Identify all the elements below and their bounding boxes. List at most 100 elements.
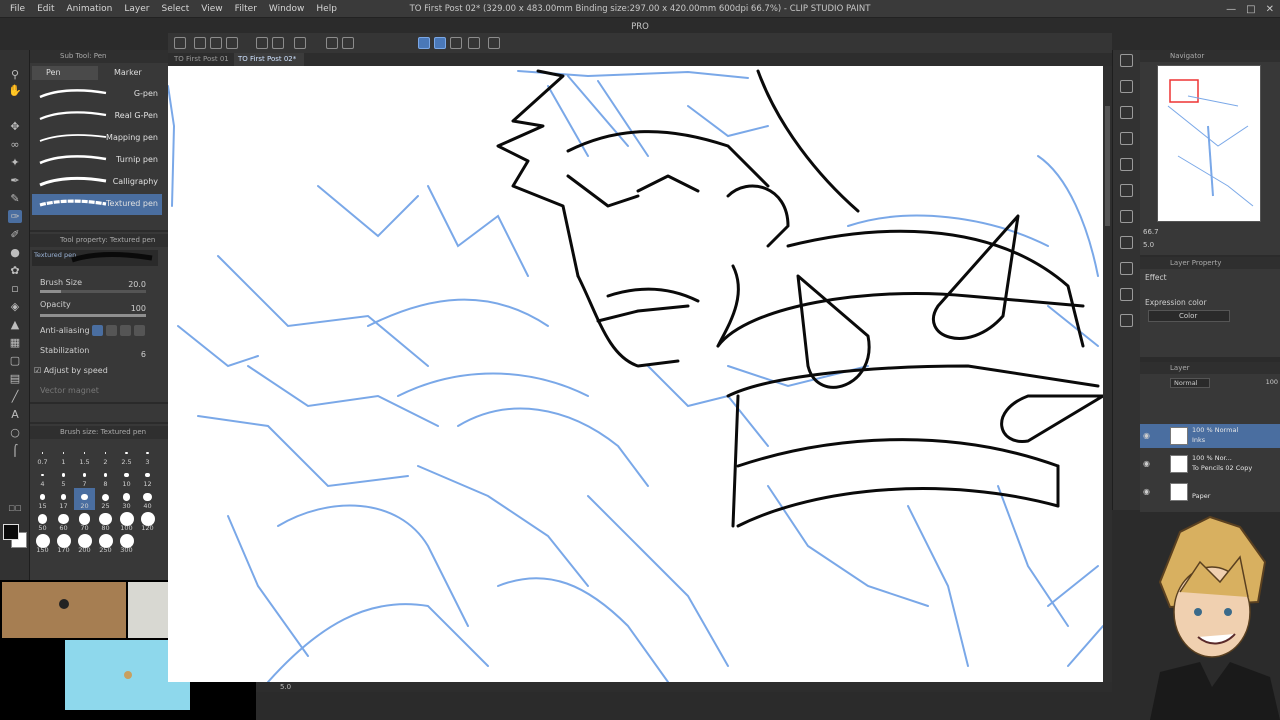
opacity-value[interactable]: 100 — [131, 304, 146, 313]
brush-real-g-pen[interactable]: Real G-Pen — [32, 106, 162, 127]
tab-pen[interactable]: Pen — [32, 66, 98, 80]
brush-size-option[interactable]: 250 — [95, 532, 116, 554]
brush-size-option[interactable]: 30 — [116, 488, 137, 510]
layer-row[interactable]: ◉ Paper — [1140, 480, 1280, 504]
adjust-by-speed-row[interactable]: ☑ Adjust by speed — [34, 366, 108, 375]
undo-icon[interactable] — [256, 37, 268, 49]
opacity-slider[interactable] — [40, 314, 146, 317]
scrollbar-thumb[interactable] — [1105, 106, 1110, 226]
layer-opacity-value[interactable]: 100 — [1266, 378, 1278, 386]
correct-line-icon[interactable]: ⌠ — [8, 444, 22, 457]
fill-icon[interactable]: ▲ — [8, 318, 22, 331]
brush-size-option[interactable]: 120 — [137, 510, 158, 532]
eraser-icon[interactable]: ▫ — [8, 282, 22, 295]
transparent-color-icon[interactable]: □□ — [3, 502, 27, 515]
brush-size-option[interactable]: 150 — [32, 532, 53, 554]
brush-size-option[interactable]: 80 — [95, 510, 116, 532]
fill-command-icon[interactable] — [326, 37, 338, 49]
brush-size-option[interactable]: 8 — [95, 466, 116, 488]
brush-size-option[interactable]: 25 — [95, 488, 116, 510]
balloon-icon[interactable]: ○ — [8, 426, 22, 439]
snap-special-ruler-icon[interactable] — [434, 37, 446, 49]
brush-g-pen[interactable]: G-pen — [32, 84, 162, 105]
clip-studio-icon[interactable] — [174, 37, 186, 49]
brush-size-option[interactable]: 170 — [53, 532, 74, 554]
menu-view[interactable]: View — [195, 0, 228, 18]
menu-select[interactable]: Select — [155, 0, 195, 18]
material-icon[interactable] — [1120, 132, 1133, 145]
eye-icon[interactable]: ◉ — [1143, 487, 1150, 496]
tab-to-first-post-02[interactable]: TO First Post 02* — [234, 53, 304, 66]
drawing-canvas[interactable] — [168, 66, 1103, 682]
tab-marker[interactable]: Marker — [100, 66, 166, 80]
brush-size-option[interactable]: 50 — [32, 510, 53, 532]
brush-size-option[interactable]: 5 — [53, 466, 74, 488]
brush-textured-pen[interactable]: Textured pen — [32, 194, 162, 215]
brush-size-option[interactable]: 20 — [74, 488, 95, 510]
zoom-icon[interactable]: ⚲ — [8, 68, 22, 81]
brush-mapping-pen[interactable]: Mapping pen — [32, 128, 162, 149]
figure-icon[interactable]: ▢ — [8, 354, 22, 367]
snap-grid-icon[interactable] — [450, 37, 462, 49]
antialias-medium-option[interactable] — [120, 325, 131, 336]
menu-filter[interactable]: Filter — [229, 0, 263, 18]
layer-row[interactable]: ◉ 100 % Nor... To Pencils 02 Copy — [1140, 452, 1280, 476]
maximize-icon[interactable]: □ — [1246, 4, 1255, 15]
pen-icon[interactable]: ✑ — [8, 210, 22, 223]
eye-icon[interactable]: ◉ — [1143, 459, 1150, 468]
brush-size-option[interactable]: 3 — [137, 444, 158, 466]
brush-size-option[interactable]: 0.7 — [32, 444, 53, 466]
brush-size-option[interactable]: 40 — [137, 488, 158, 510]
brush-size-option[interactable]: 1 — [53, 444, 74, 466]
redo-icon[interactable] — [272, 37, 284, 49]
brush-size-option[interactable]: 4 — [32, 466, 53, 488]
material-icon[interactable] — [1120, 236, 1133, 249]
antialias-none-option[interactable] — [92, 325, 103, 336]
brush-size-value[interactable]: 20.0 — [128, 280, 146, 289]
antialias-weak-option[interactable] — [106, 325, 117, 336]
move-icon[interactable]: ✥ — [8, 120, 22, 133]
brush-size-option[interactable]: 100 — [116, 510, 137, 532]
brush-calligraphy[interactable]: Calligraphy — [32, 172, 162, 193]
auto-select-icon[interactable]: ✦ — [8, 156, 22, 169]
settings-icon[interactable] — [488, 37, 500, 49]
crop-icon[interactable] — [342, 37, 354, 49]
brush-size-option[interactable]: 7 — [74, 466, 95, 488]
canvas-vertical-scrollbar[interactable] — [1103, 66, 1112, 682]
menu-layer[interactable]: Layer — [118, 0, 155, 18]
brush-size-option[interactable]: 70 — [74, 510, 95, 532]
expression-color-select[interactable]: Color — [1148, 310, 1230, 322]
brush-icon[interactable]: ✐ — [8, 228, 22, 241]
material-icon[interactable] — [1120, 106, 1133, 119]
menu-animation[interactable]: Animation — [61, 0, 119, 18]
antialias-strong-option[interactable] — [134, 325, 145, 336]
eye-icon[interactable]: ◉ — [1143, 431, 1150, 440]
brush-size-option[interactable]: 15 — [32, 488, 53, 510]
brush-size-option[interactable]: 2 — [95, 444, 116, 466]
brush-size-option[interactable]: 10 — [116, 466, 137, 488]
material-icon[interactable] — [1120, 158, 1133, 171]
zoom-status[interactable]: 5.0 — [280, 682, 291, 692]
layer-row[interactable]: ◉ 100 % Normal Inks — [1140, 424, 1280, 448]
menu-help[interactable]: Help — [310, 0, 343, 18]
minimize-icon[interactable]: — — [1226, 4, 1236, 15]
main-color-swatch[interactable] — [3, 524, 19, 540]
checkbox-icon[interactable]: ☑ — [34, 366, 41, 375]
new-file-icon[interactable] — [194, 37, 206, 49]
open-file-icon[interactable] — [210, 37, 222, 49]
snap-ruler-icon[interactable] — [418, 37, 430, 49]
tablet-icon[interactable] — [468, 37, 480, 49]
lasso-icon[interactable]: ∞ — [8, 138, 22, 151]
brush-size-option[interactable]: 12 — [137, 466, 158, 488]
hand-icon[interactable]: ✋ — [8, 84, 22, 97]
menu-window[interactable]: Window — [263, 0, 311, 18]
material-icon[interactable] — [1120, 184, 1133, 197]
material-icon[interactable] — [1120, 314, 1133, 327]
blend-icon[interactable]: ◈ — [8, 300, 22, 313]
menu-file[interactable]: File — [4, 0, 31, 18]
frame-icon[interactable]: ▤ — [8, 372, 22, 385]
eyedropper-icon[interactable]: ✒ — [8, 174, 22, 187]
navigator-preview[interactable] — [1157, 65, 1261, 222]
brush-size-option[interactable]: 2.5 — [116, 444, 137, 466]
material-icon[interactable] — [1120, 210, 1133, 223]
